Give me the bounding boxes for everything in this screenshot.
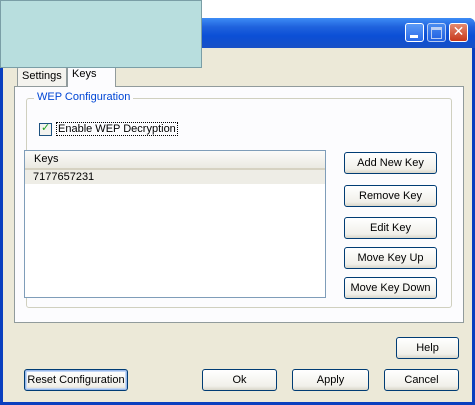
add-new-key-button[interactable]: Add New Key [344, 152, 437, 174]
check-icon: ✓ [41, 121, 51, 134]
list-item[interactable]: 7177657231 [25, 170, 325, 184]
maximize-button[interactable] [427, 23, 446, 42]
move-key-up-button[interactable]: Move Key Up [344, 247, 437, 269]
overlay-panel [0, 0, 202, 68]
reset-configuration-button[interactable]: Reset Configuration [24, 369, 128, 391]
minimize-icon [410, 35, 418, 38]
close-icon: ✕ [452, 24, 465, 40]
cancel-button[interactable]: Cancel [384, 369, 459, 391]
edit-key-button[interactable]: Edit Key [344, 217, 437, 239]
ok-button[interactable]: Ok [202, 369, 277, 391]
keys-list[interactable]: Keys 7177657231 [24, 150, 326, 298]
keys-column-header[interactable]: Keys [25, 151, 325, 170]
tab-settings[interactable]: Settings [17, 66, 67, 86]
enable-wep-label[interactable]: Enable WEP Decryption [56, 122, 178, 136]
close-button[interactable]: ✕ [449, 23, 468, 42]
apply-button[interactable]: Apply [292, 369, 369, 391]
minimize-button[interactable] [405, 23, 424, 42]
enable-wep-checkbox[interactable]: ✓ [39, 121, 52, 136]
help-button[interactable]: Help [396, 337, 459, 359]
move-key-down-button[interactable]: Move Key Down [344, 277, 437, 299]
group-title: WEP Configuration [34, 91, 134, 103]
remove-key-button[interactable]: Remove Key [344, 185, 437, 207]
maximize-icon [431, 27, 442, 39]
